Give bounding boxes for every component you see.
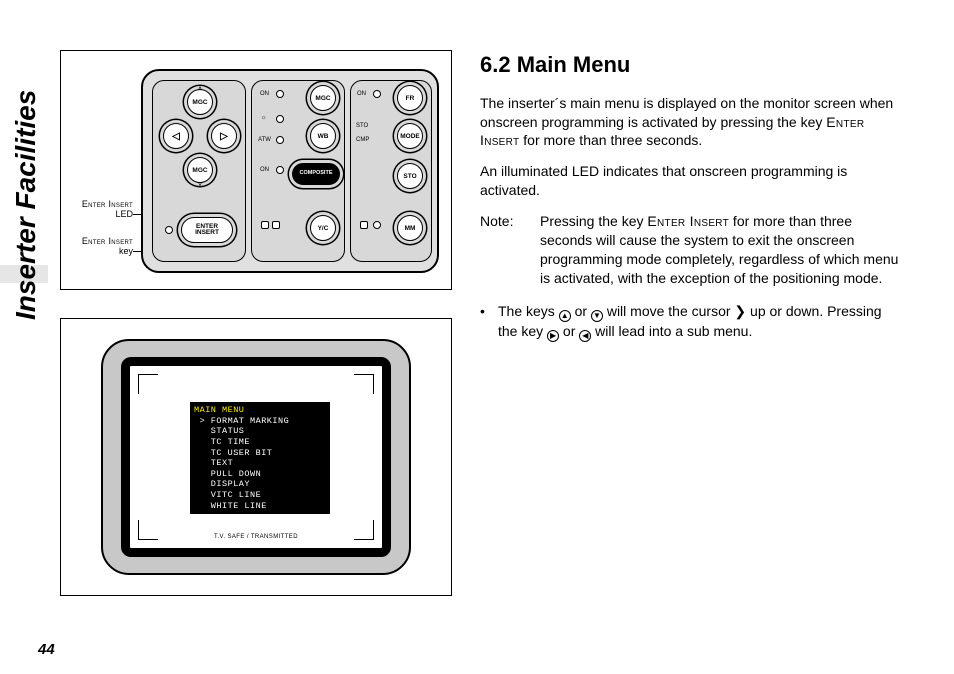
- led-dot: [373, 90, 381, 98]
- left-arrow-button[interactable]: ◁: [163, 123, 189, 149]
- control-panel-diagram: Enter Insert LED Enter Insert key MGC ▵: [60, 50, 452, 290]
- up-arrow-icon: ▵: [198, 84, 202, 92]
- yc-button[interactable]: Y/C: [310, 215, 336, 241]
- rect-icon: [360, 221, 368, 229]
- rect-icon: [272, 221, 280, 229]
- led-dot: [276, 115, 284, 123]
- section-heading: 6.2 Main Menu: [480, 50, 900, 80]
- cursor-glyph-icon: ❯: [734, 303, 746, 319]
- manual-page: Inserter Facilities Enter Insert LED Ent…: [0, 0, 954, 674]
- page-number: 44: [38, 641, 55, 658]
- monitor-diagram: T.V. SAFE / TRANSMITTED MAIN MENU > FORM…: [60, 318, 452, 596]
- side-tab-title: Inserter Facilities: [10, 40, 60, 370]
- enter-insert-led: [165, 226, 173, 234]
- osd-menu-item: DISPLAY: [194, 479, 326, 490]
- osd-menu-item: PULL DOWN: [194, 469, 326, 480]
- mgc-middle-button[interactable]: MGC: [310, 85, 336, 111]
- label-on: ON: [357, 91, 366, 97]
- right-arrow-button[interactable]: ▷: [211, 123, 237, 149]
- wb-button[interactable]: WB: [310, 123, 336, 149]
- led-dot: [373, 221, 381, 229]
- label-on: ON: [260, 167, 269, 173]
- osd-menu-item: VITC LINE: [194, 490, 326, 501]
- bullet-text: The keys ▲ or ▼ will move the cursor ❯ u…: [498, 302, 900, 343]
- panel-group-right: ON FR STO CMP MODE STO MM: [350, 80, 432, 262]
- label-sto: STO: [356, 123, 368, 129]
- sto-button[interactable]: STO: [397, 163, 423, 189]
- osd-menu-item: TEXT: [194, 458, 326, 469]
- led-dot: [276, 136, 284, 144]
- osd-menu-item: > FORMAT MARKING: [194, 416, 326, 427]
- osd-main-menu: MAIN MENU > FORMAT MARKING STATUS TC TIM…: [190, 402, 330, 514]
- mm-button[interactable]: MM: [397, 215, 423, 241]
- panel-group-middle: ON MGC ☼ ATW WB ON COMPOSITE Y/C: [251, 80, 345, 262]
- label-atw: ATW: [258, 137, 271, 143]
- led-dot: [276, 90, 284, 98]
- mgc-up-button[interactable]: MGC ▵: [187, 89, 213, 115]
- paragraph-1: The inserter´s main menu is displayed on…: [480, 94, 900, 151]
- note-body: Pressing the key Enter Insert for more t…: [540, 212, 900, 288]
- paragraph-2: An illuminated LED indicates that onscre…: [480, 162, 900, 200]
- osd-menu-item: WHITE LINE: [194, 501, 326, 512]
- fr-button[interactable]: FR: [397, 85, 423, 111]
- safe-area-corner: [354, 374, 374, 394]
- label-cmp: CMP: [356, 137, 369, 143]
- bullet-marker: •: [480, 302, 498, 343]
- composite-button[interactable]: COMPOSITE: [292, 163, 340, 185]
- safe-area-label: T.V. SAFE / TRANSMITTED: [130, 534, 382, 540]
- crt-screen: T.V. SAFE / TRANSMITTED MAIN MENU > FORM…: [121, 357, 391, 557]
- osd-menu-item: STATUS: [194, 426, 326, 437]
- bullet-item: • The keys ▲ or ▼ will move the cursor ❯…: [480, 302, 900, 343]
- osd-title: MAIN MENU: [194, 405, 326, 416]
- mode-button[interactable]: MODE: [397, 123, 423, 149]
- note-label: Note:: [480, 212, 540, 288]
- panel-group-left: MGC ▵ ◁ ▷ MGC ▿ ENTER INSERT: [152, 80, 246, 262]
- note-block: Note: Pressing the key Enter Insert for …: [480, 212, 900, 288]
- rect-icon: [261, 221, 269, 229]
- key-down-icon: ▼: [591, 310, 603, 322]
- key-left-icon: ◀: [579, 330, 591, 342]
- crt-bezel: T.V. SAFE / TRANSMITTED MAIN MENU > FORM…: [101, 339, 411, 575]
- callout-enter-insert-key: Enter Insert key: [63, 236, 133, 257]
- two-column-layout: Enter Insert LED Enter Insert key MGC ▵: [60, 50, 914, 596]
- callout-enter-insert-led: Enter Insert LED: [63, 199, 133, 220]
- right-column: 6.2 Main Menu The inserter´s main menu i…: [480, 50, 900, 596]
- safe-area-corner: [138, 374, 158, 394]
- key-up-icon: ▲: [559, 310, 571, 322]
- mgc-down-button[interactable]: MGC ▿: [187, 157, 213, 183]
- left-column: Enter Insert LED Enter Insert key MGC ▵: [60, 50, 452, 596]
- osd-menu-item: TC TIME: [194, 437, 326, 448]
- key-right-icon: ▶: [547, 330, 559, 342]
- panel-body: MGC ▵ ◁ ▷ MGC ▿ ENTER INSERT: [141, 69, 439, 273]
- lamp-icon: ☼: [261, 115, 267, 121]
- label-on: ON: [260, 91, 269, 97]
- down-arrow-icon: ▿: [198, 180, 202, 188]
- led-dot: [276, 166, 284, 174]
- osd-menu-item: TC USER BIT: [194, 448, 326, 459]
- enter-insert-button[interactable]: ENTER INSERT: [181, 217, 233, 243]
